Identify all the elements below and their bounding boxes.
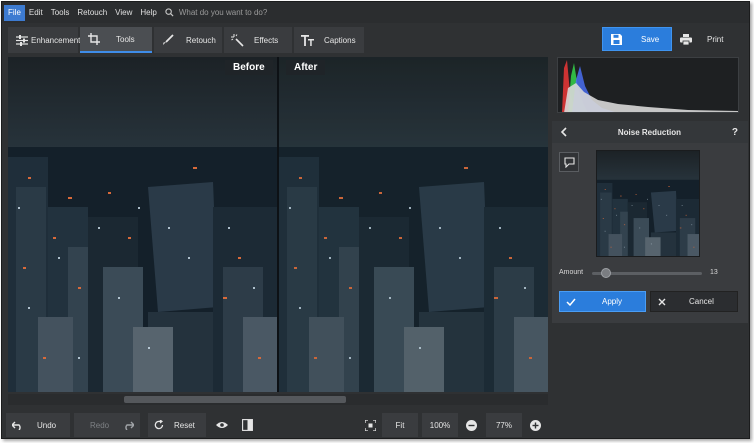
text-icon: [301, 34, 314, 46]
panel-empty-space: [552, 323, 748, 407]
tab-enhancement[interactable]: Enhancement: [8, 27, 81, 53]
save-label: Save: [641, 34, 660, 44]
zoom-in-button[interactable]: [526, 413, 544, 437]
horizontal-scrollbar[interactable]: [8, 394, 548, 405]
app-window: File Edit Tools Retouch View Help What d…: [1, 1, 750, 439]
menu-bar: File Edit Tools Retouch View Help What d…: [2, 2, 749, 23]
preview-thumbnail: [596, 150, 700, 257]
help-icon[interactable]: ?: [732, 127, 738, 138]
checkmark-icon: [566, 298, 576, 306]
compare-icon: [563, 156, 575, 168]
zoom-100-label: 100%: [429, 420, 451, 430]
zoom-100-button[interactable]: 100%: [422, 413, 458, 437]
fit-button[interactable]: Fit: [382, 413, 418, 437]
redo-icon: [123, 421, 135, 430]
chevron-left-icon: [560, 127, 567, 137]
tab-retouch-label: Retouch: [186, 35, 216, 45]
after-image: [279, 57, 548, 392]
cancel-button[interactable]: Cancel: [650, 291, 738, 312]
tab-captions-label: Captions: [324, 35, 356, 45]
bottom-bar: Undo Redo Reset Fit 100% 77%: [2, 410, 749, 438]
close-icon: [658, 298, 666, 306]
apply-label: Apply: [602, 297, 623, 306]
redo-label: Redo: [90, 420, 110, 430]
menu-tools[interactable]: Tools: [47, 5, 74, 21]
cancel-label: Cancel: [689, 297, 714, 306]
before-image: [8, 57, 278, 392]
undo-label: Undo: [37, 420, 57, 430]
tab-effects-label: Effects: [254, 35, 279, 45]
fit-label: Fit: [395, 420, 405, 430]
tab-enhancement-label: Enhancement: [31, 35, 81, 45]
undo-icon: [12, 421, 23, 430]
after-label: After: [286, 60, 326, 75]
fit-icon-button[interactable]: [360, 413, 380, 437]
redo-button[interactable]: Redo: [74, 413, 140, 437]
amount-value: 13: [710, 269, 718, 276]
before-label: Before: [225, 60, 273, 75]
menu-edit[interactable]: Edit: [25, 5, 47, 21]
menu-file[interactable]: File: [4, 4, 25, 21]
printer-icon: [680, 33, 692, 45]
back-button[interactable]: [560, 127, 567, 137]
noise-reduction-header: Noise Reduction ?: [552, 121, 748, 143]
crop-icon: [88, 33, 100, 45]
save-button[interactable]: Save: [602, 27, 672, 51]
panel-title: Noise Reduction: [617, 127, 681, 137]
fit-screen-icon: [364, 419, 376, 431]
noise-reduction-panel: Amount 13 Apply Cancel: [552, 143, 748, 323]
floppy-icon: [611, 33, 622, 45]
search-placeholder: What do you want to do?: [178, 8, 268, 17]
menu-view[interactable]: View: [111, 5, 136, 21]
reset-icon: [154, 420, 164, 430]
brush-icon: [162, 34, 174, 46]
tab-tools[interactable]: Tools: [80, 27, 152, 53]
apply-button[interactable]: Apply: [559, 291, 646, 312]
reset-label: Reset: [174, 420, 195, 430]
sliders-icon: [16, 34, 28, 46]
compare-button[interactable]: [559, 152, 579, 172]
histogram: [557, 57, 739, 113]
print-label: Print: [707, 34, 724, 44]
histogram-graph: [562, 60, 738, 112]
search-box[interactable]: What do you want to do?: [165, 8, 268, 17]
scrollbar-thumb[interactable]: [124, 396, 346, 403]
zoom-in-icon: [529, 419, 541, 431]
search-icon: [165, 8, 174, 17]
menu-retouch[interactable]: Retouch: [73, 5, 111, 21]
tab-effects[interactable]: Effects: [224, 27, 292, 53]
eye-button[interactable]: [211, 413, 233, 437]
eye-icon: [216, 421, 228, 429]
split-view-icon: [241, 419, 253, 431]
tab-captions[interactable]: Captions: [294, 27, 364, 53]
zoom-level[interactable]: 77%: [486, 413, 522, 437]
toolbar: Enhancement Tools Retouch Effects Captio…: [2, 26, 749, 54]
tab-retouch[interactable]: Retouch: [154, 27, 222, 53]
undo-button[interactable]: Undo: [6, 413, 70, 437]
menu-help[interactable]: Help: [136, 5, 160, 21]
tab-tools-label: Tools: [116, 34, 135, 44]
magic-wand-icon: [231, 33, 244, 47]
zoom-out-icon: [465, 419, 477, 431]
reset-button[interactable]: Reset: [148, 413, 206, 437]
amount-label: Amount: [559, 269, 584, 276]
print-button[interactable]: Print: [672, 27, 742, 51]
zoom-out-button[interactable]: [462, 413, 480, 437]
amount-slider-thumb[interactable]: [601, 268, 612, 278]
preview-area[interactable]: Before After: [8, 57, 548, 392]
split-divider[interactable]: [277, 57, 279, 392]
zoom-level-label: 77%: [495, 420, 512, 430]
compare-view-button[interactable]: [236, 413, 258, 437]
